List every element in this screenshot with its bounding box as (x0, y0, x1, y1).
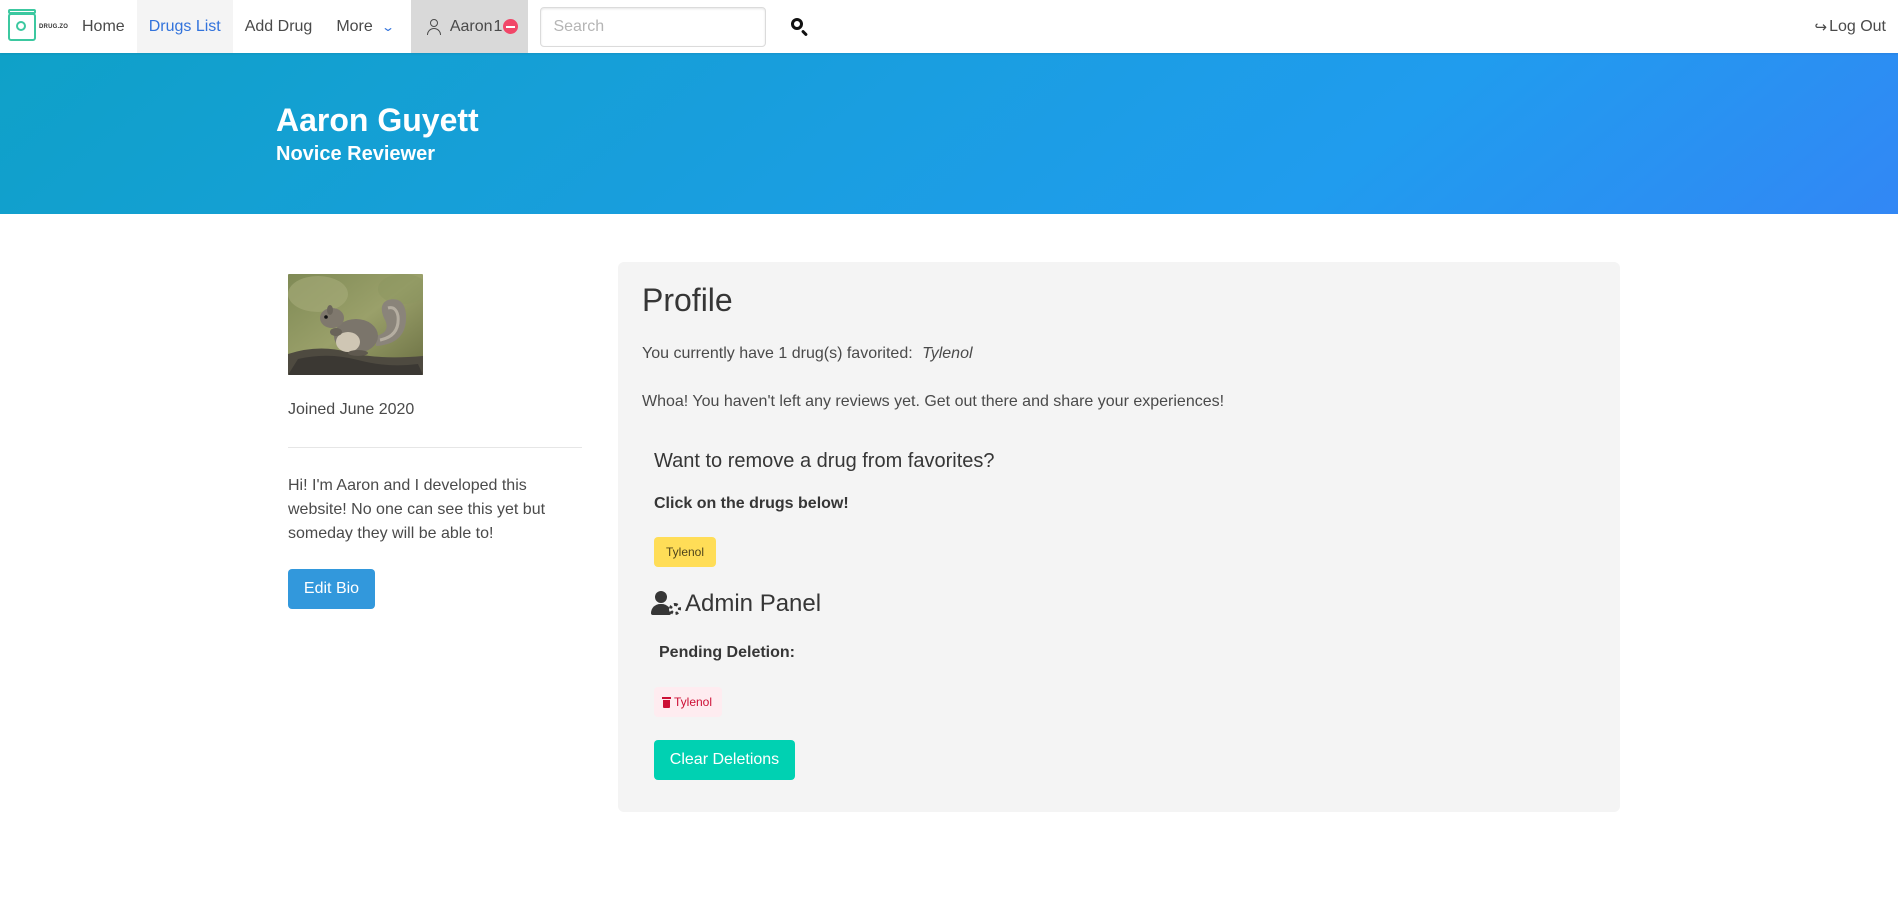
logout-label: Log Out (1829, 17, 1886, 35)
search-bar (528, 0, 810, 53)
sign-out-icon: ↪ (1814, 18, 1828, 36)
trash-icon (662, 696, 671, 708)
notification-count: 1 (493, 17, 503, 35)
user-bio: Hi! I'm Aaron and I developed this websi… (288, 477, 546, 542)
avatar (288, 274, 423, 375)
logout-button[interactable]: ↪ Log Out (1804, 0, 1898, 53)
top-navbar: DRUG.ZO Home Drugs List Add Drug More ⌄ … (0, 0, 1898, 53)
minus-circle-icon (503, 19, 519, 34)
nav-home-label: Home (82, 17, 125, 35)
nav-user-label: Aaron (449, 17, 493, 35)
favorite-drug-tag[interactable]: Tylenol (654, 537, 717, 567)
joined-date: Joined June 2020 (288, 401, 415, 418)
profile-panel: Profile You currently have 1 drug(s) fav… (618, 262, 1620, 812)
user-rank: Novice Reviewer (276, 143, 435, 165)
nav-more-label: More (336, 17, 373, 35)
user-name: Aaron Guyett (276, 102, 479, 138)
favorites-list: Tylenol (922, 345, 973, 362)
reviews-summary: Whoa! You haven't left any reviews yet. … (642, 393, 1225, 410)
nav-add-drug[interactable]: Add Drug (233, 0, 325, 53)
nav-home[interactable]: Home (70, 0, 137, 53)
admin-panel-label: Admin Panel (685, 590, 822, 617)
nav-user-menu[interactable]: Aaron 1 (410, 0, 529, 53)
nav-drugs-list-label: Drugs List (148, 17, 221, 35)
favorites-summary: You currently have 1 drug(s) favorited: … (642, 345, 973, 363)
brand-logo[interactable]: DRUG.ZO (0, 0, 70, 53)
user-icon (426, 18, 441, 35)
search-icon[interactable] (790, 17, 810, 37)
brand-text: DRUG.ZO (39, 23, 69, 30)
nav-add-drug-label: Add Drug (244, 17, 313, 35)
pending-deletion-tag[interactable]: Tylenol (654, 687, 723, 717)
nav-drugs-list[interactable]: Drugs List (136, 0, 233, 53)
click-instruction: Click on the drugs below! (654, 495, 849, 512)
nav-more-dropdown[interactable]: More ⌄ (324, 0, 405, 53)
edit-bio-button[interactable]: Edit Bio (288, 569, 375, 609)
remove-favorites-heading: Want to remove a drug from favorites? (654, 450, 995, 472)
squirrel-photo (288, 274, 423, 375)
pending-deletion-tag-label: Tylenol (674, 695, 713, 709)
chevron-down-icon: ⌄ (380, 19, 395, 34)
favorites-text: You currently have 1 drug(s) favorited: (642, 345, 913, 362)
pending-deletion-label: Pending Deletion: (659, 644, 795, 661)
profile-title: Profile (642, 282, 733, 318)
user-cog-icon (651, 590, 683, 618)
divider (288, 447, 582, 448)
drugzo-logo-icon (8, 8, 36, 41)
clear-deletions-button[interactable]: Clear Deletions (654, 740, 795, 780)
profile-hero: Aaron Guyett Novice Reviewer (0, 53, 1898, 214)
admin-panel-heading: Admin Panel (651, 590, 821, 618)
search-input[interactable] (540, 6, 767, 47)
